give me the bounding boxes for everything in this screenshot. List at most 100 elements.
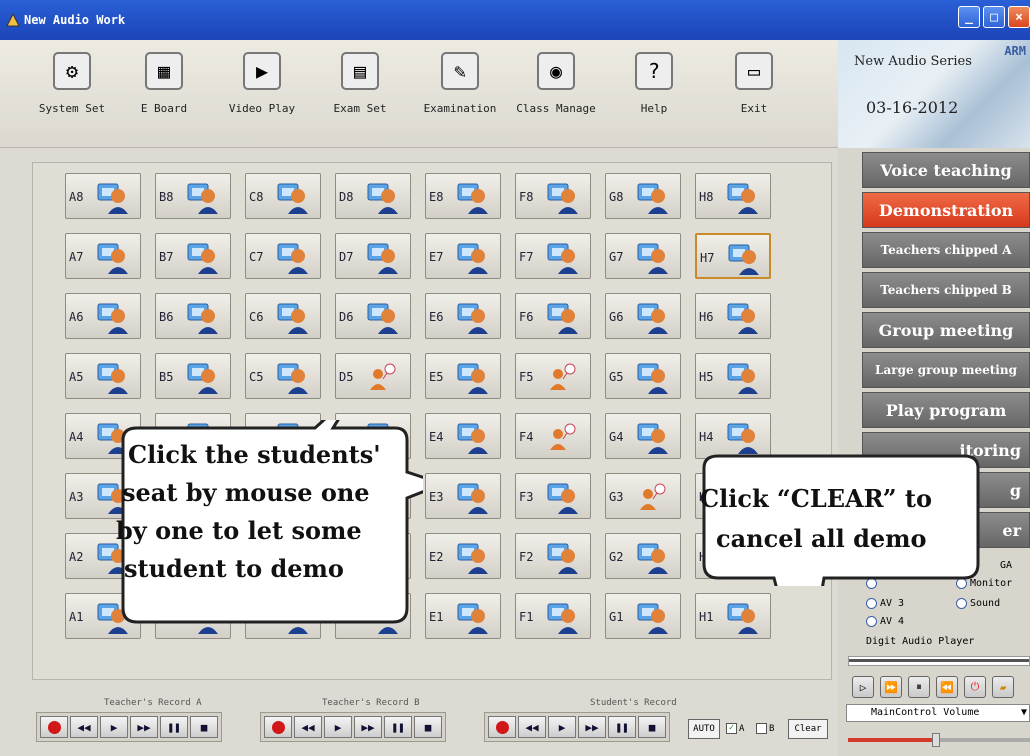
checkbox-a[interactable]: ✓ A [726,723,744,734]
minimize-button[interactable]: _ [958,6,980,28]
seat-f4[interactable]: F4 [515,413,591,459]
volume-select[interactable]: MainControl Volume ▼ [846,704,1030,722]
mode-voice-teaching[interactable]: Voice teaching [862,152,1030,188]
record-button[interactable] [264,716,292,738]
seat-e4[interactable]: E4 [425,413,501,459]
toolbar-exam-set[interactable]: ▤ Exam Set [312,48,408,144]
seat-b5[interactable]: B5 [155,353,231,399]
seat-h5[interactable]: H5 [695,353,771,399]
seat-a5[interactable]: A5 [65,353,141,399]
seat-e7[interactable]: E7 [425,233,501,279]
mode-demonstration[interactable]: Demonstration [862,192,1030,228]
auto-button[interactable]: AUTO [688,719,720,739]
seat-e1[interactable]: E1 [425,593,501,639]
stop-button[interactable]: ■ [190,716,218,738]
seat-f2[interactable]: F2 [515,533,591,579]
seat-a7[interactable]: A7 [65,233,141,279]
mode-large-group-meeting[interactable]: Large group meeting [862,352,1030,388]
callout-right [702,454,980,586]
forward-button[interactable]: ▶▶ [354,716,382,738]
radio-vga[interactable]: GA [1000,560,1012,571]
pause-button[interactable]: ❚❚ [384,716,412,738]
toolbar-help[interactable]: ? Help [606,48,702,144]
seat-e5[interactable]: E5 [425,353,501,399]
close-button[interactable]: × [1008,6,1030,28]
seat-g8[interactable]: G8 [605,173,681,219]
seat-c6[interactable]: C6 [245,293,321,339]
seat-c8[interactable]: C8 [245,173,321,219]
seat-a6[interactable]: A6 [65,293,141,339]
seat-e3[interactable]: E3 [425,473,501,519]
seat-g6[interactable]: G6 [605,293,681,339]
rewind-button[interactable]: ◀◀ [294,716,322,738]
radio-av3[interactable]: AV 3 [866,598,904,609]
play-button[interactable]: ▶ [548,716,576,738]
record-button[interactable] [40,716,68,738]
seat-e8[interactable]: E8 [425,173,501,219]
seat-f3[interactable]: F3 [515,473,591,519]
seat-g7[interactable]: G7 [605,233,681,279]
seat-b6[interactable]: B6 [155,293,231,339]
radio-av4[interactable]: AV 4 [866,616,904,627]
seat-g4[interactable]: G4 [605,413,681,459]
toolbar-e-board[interactable]: ▦ E Board [116,48,212,144]
volume-slider[interactable] [848,733,1030,747]
mode-play-program[interactable]: Play program [862,392,1030,428]
seat-h1[interactable]: H1 [695,593,771,639]
seat-g5[interactable]: G5 [605,353,681,399]
seat-d6[interactable]: D6 [335,293,411,339]
player-folder-icon[interactable]: ▰ [992,676,1014,698]
mode-teachers-chipped-b[interactable]: Teachers chipped B [862,272,1030,308]
toolbar-examination[interactable]: ✎ Examination [412,48,508,144]
seat-d5[interactable]: D5 [335,353,411,399]
seat-d8[interactable]: D8 [335,173,411,219]
toolbar-exit[interactable]: ▭ Exit [706,48,802,144]
mode-group-meeting[interactable]: Group meeting [862,312,1030,348]
seat-e6[interactable]: E6 [425,293,501,339]
maximize-button[interactable]: □ [983,6,1005,28]
player-pause-icon[interactable]: ⏸ [908,676,930,698]
seat-c7[interactable]: C7 [245,233,321,279]
seat-h6[interactable]: H6 [695,293,771,339]
seat-g1[interactable]: G1 [605,593,681,639]
slider-thumb[interactable] [932,733,940,747]
toolbar-class-manage[interactable]: ◉ Class Manage [508,48,604,144]
seat-a8[interactable]: A8 [65,173,141,219]
seat-b8[interactable]: B8 [155,173,231,219]
clear-button[interactable]: Clear [788,719,828,739]
play-button[interactable]: ▶ [324,716,352,738]
pause-button[interactable]: ❚❚ [160,716,188,738]
player-power-icon[interactable]: ⏻ [964,676,986,698]
seat-f5[interactable]: F5 [515,353,591,399]
seat-h8[interactable]: H8 [695,173,771,219]
forward-button[interactable]: ▶▶ [130,716,158,738]
pause-button[interactable]: ❚❚ [608,716,636,738]
checkbox-b[interactable]: B [756,723,774,734]
toolbar-video-play[interactable]: ▶ Video Play [214,48,310,144]
rewind-button[interactable]: ◀◀ [70,716,98,738]
player-forward-icon[interactable]: ⏩ [880,676,902,698]
toolbar-system-set[interactable]: ⚙ System Set [24,48,120,144]
seat-f8[interactable]: F8 [515,173,591,219]
player-progress[interactable] [848,656,1030,666]
seat-g2[interactable]: G2 [605,533,681,579]
seat-e2[interactable]: E2 [425,533,501,579]
seat-f6[interactable]: F6 [515,293,591,339]
seat-c5[interactable]: C5 [245,353,321,399]
rewind-button[interactable]: ◀◀ [518,716,546,738]
player-rewind-icon[interactable]: ⏪ [936,676,958,698]
seat-f7[interactable]: F7 [515,233,591,279]
stop-button[interactable]: ■ [638,716,666,738]
stop-button[interactable]: ■ [414,716,442,738]
player-play-icon[interactable]: ▷ [852,676,874,698]
record-button[interactable] [488,716,516,738]
seat-b7[interactable]: B7 [155,233,231,279]
mode-teachers-chipped-a[interactable]: Teachers chipped A [862,232,1030,268]
forward-button[interactable]: ▶▶ [578,716,606,738]
radio-sound[interactable]: Sound [956,598,1000,609]
play-button[interactable]: ▶ [100,716,128,738]
seat-g3[interactable]: G3 [605,473,681,519]
seat-f1[interactable]: F1 [515,593,591,639]
seat-d7[interactable]: D7 [335,233,411,279]
seat-h7[interactable]: H7 [695,233,771,279]
